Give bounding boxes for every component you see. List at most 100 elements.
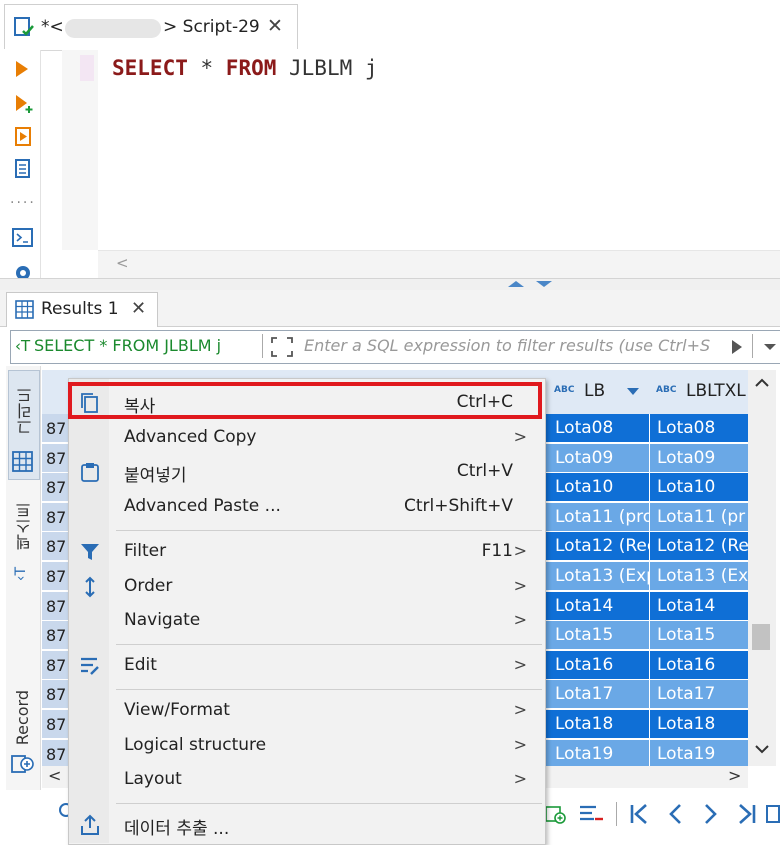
menu-navigate-label: Navigate [124, 610, 201, 630]
grid-vertical-scrollbar[interactable] [748, 370, 776, 766]
row-number[interactable]: 87 [42, 592, 70, 621]
table-cell-lbltxl[interactable]: Lota09 [650, 444, 748, 473]
tab-record[interactable]: Record [8, 686, 38, 782]
filter-divider [262, 334, 263, 358]
table-cell-lbltxl[interactable]: Lota16 [650, 651, 748, 680]
edit-icon [81, 657, 99, 675]
menu-item-filter[interactable]: Filter F11 > [69, 535, 543, 569]
fetch-all-icon[interactable] [766, 804, 780, 824]
scroll-down-icon[interactable] [754, 744, 770, 754]
editor-tab-script[interactable]: *< > Script-29 ✕ [4, 4, 298, 49]
table-cell-lb[interactable]: Lota09 [548, 444, 650, 473]
apply-filter-icon[interactable] [730, 338, 744, 356]
tab-grid[interactable]: 그리드 [8, 370, 40, 480]
table-cell-lb[interactable]: Lota14 [548, 592, 650, 621]
execute-in-new-tab-icon[interactable] [14, 94, 34, 114]
row-number[interactable]: 87 [42, 621, 70, 650]
table-cell-lb[interactable]: Lota15 [548, 621, 650, 650]
menu-paste-label: 붙여넣기 [124, 466, 187, 486]
row-number[interactable]: 87 [42, 651, 70, 680]
sql-text[interactable]: SELECT * FROM JLBLM j [112, 56, 378, 80]
filter-input[interactable]: Enter a SQL expression to filter results… [304, 336, 710, 355]
toolbar-separator: ···· [10, 195, 36, 211]
menu-item-navigate[interactable]: Navigate > [69, 604, 543, 638]
delete-rows-icon[interactable] [578, 804, 604, 824]
row-number[interactable]: 87 [42, 562, 70, 591]
text-view-icon: ‹T [13, 566, 30, 582]
menu-advanced-copy-label: Advanced Copy [124, 427, 257, 447]
menu-item-layout[interactable]: Layout > [69, 763, 543, 797]
previous-page-icon[interactable] [666, 802, 684, 826]
row-number[interactable]: 87 [42, 680, 70, 709]
filter-query-text: SELECT * FROM JLBLM j [34, 336, 222, 355]
row-number[interactable]: 87 [42, 532, 70, 561]
sql-filter-icon: ‹T [15, 337, 31, 355]
grid-tab-label: 그리드 [16, 387, 35, 435]
scroll-right-arrow[interactable]: > [728, 766, 741, 785]
table-cell-lbltxl[interactable]: Lota11 (pr [650, 503, 748, 532]
column-header-lb[interactable]: ABC LB [548, 370, 651, 415]
table-cell-lbltxl[interactable]: Lota08 [650, 414, 748, 443]
row-number[interactable]: 87 [42, 444, 70, 473]
tab-results-1[interactable]: Results 1 ✕ [6, 292, 158, 327]
menu-separator [116, 644, 542, 645]
table-cell-lbltxl[interactable]: Lota12 (Re [650, 532, 748, 561]
table-cell-lbltxl[interactable]: Lota13 (Ex [650, 562, 748, 591]
scroll-left-arrow[interactable]: < [48, 766, 61, 785]
table-cell-lbltxl[interactable]: Lota19 [650, 740, 748, 769]
sql-editor[interactable] [98, 50, 780, 250]
menu-order-label: Order [124, 576, 173, 596]
last-page-icon[interactable] [736, 802, 758, 826]
tab-text[interactable]: 텍스트 ‹T [8, 500, 38, 600]
table-cell-lb[interactable]: Lota11 (pro [548, 503, 650, 532]
expand-filter-icon[interactable] [270, 336, 294, 358]
menu-item-advanced-copy[interactable]: Advanced Copy > [69, 421, 543, 455]
menu-item-edit[interactable]: Edit > [69, 649, 543, 683]
row-number[interactable]: 87 [42, 740, 70, 769]
paste-icon [81, 463, 99, 482]
table-cell-lbltxl[interactable]: Lota18 [650, 710, 748, 739]
menu-item-order[interactable]: Order > [69, 570, 543, 604]
first-page-icon[interactable] [628, 802, 650, 826]
editor-horizontal-scrollbar[interactable]: < [98, 250, 780, 279]
execute-script-icon[interactable] [14, 126, 34, 148]
menu-edit-label: Edit [124, 655, 157, 675]
next-page-icon[interactable] [702, 802, 720, 826]
execute-statement-icon[interactable] [14, 60, 30, 78]
terminal-icon[interactable] [12, 228, 34, 248]
table-cell-lb[interactable]: Lota08 [548, 414, 650, 443]
row-number[interactable]: 87 [42, 710, 70, 739]
menu-item-export-data[interactable]: 데이터 추출 ... [69, 808, 543, 842]
column-label-lbltxl: LBLTXL [686, 381, 746, 401]
table-cell-lbltxl[interactable]: Lota17 [650, 680, 748, 709]
maximize-restore-icon[interactable] [504, 279, 560, 289]
table-cell-lbltxl[interactable]: Lota14 [650, 592, 748, 621]
table-cell-lbltxl[interactable]: Lota10 [650, 473, 748, 502]
row-number[interactable]: 87 [42, 473, 70, 502]
table-cell-lb[interactable]: Lota18 [548, 710, 650, 739]
row-number[interactable]: 87 [42, 503, 70, 532]
add-row-icon[interactable] [545, 805, 567, 825]
filter-history-dropdown-icon[interactable] [762, 342, 778, 352]
table-cell-lb[interactable]: Lota19 [548, 740, 650, 769]
scroll-left-arrow[interactable]: < [116, 254, 129, 272]
close-icon[interactable]: ✕ [267, 15, 283, 37]
close-icon[interactable]: ✕ [131, 298, 146, 319]
table-cell-lb[interactable]: Lota17 [548, 680, 650, 709]
scroll-up-icon[interactable] [754, 378, 770, 388]
table-cell-lb[interactable]: Lota10 [548, 473, 650, 502]
explain-plan-icon[interactable] [13, 158, 33, 180]
menu-item-view-format[interactable]: View/Format > [69, 694, 543, 728]
table-cell-lb[interactable]: Lota16 [548, 651, 650, 680]
column-header-lbltxl[interactable]: ABC LBLTXL [650, 370, 749, 415]
menu-item-logical-structure[interactable]: Logical structure > [69, 729, 543, 763]
table-cell-lb[interactable]: Lota13 (Exp [548, 562, 650, 591]
grid-view-icon [12, 451, 33, 472]
sort-descending-icon[interactable] [626, 387, 640, 397]
menu-item-paste[interactable]: 붙여넣기 Ctrl+V [69, 455, 543, 489]
table-cell-lbltxl[interactable]: Lota15 [650, 621, 748, 650]
menu-item-advanced-paste[interactable]: Advanced Paste ... Ctrl+Shift+V [69, 490, 543, 524]
row-number[interactable]: 87 [42, 414, 70, 443]
table-cell-lb[interactable]: Lota12 (Rec [548, 532, 650, 561]
scrollbar-thumb[interactable] [752, 624, 770, 650]
